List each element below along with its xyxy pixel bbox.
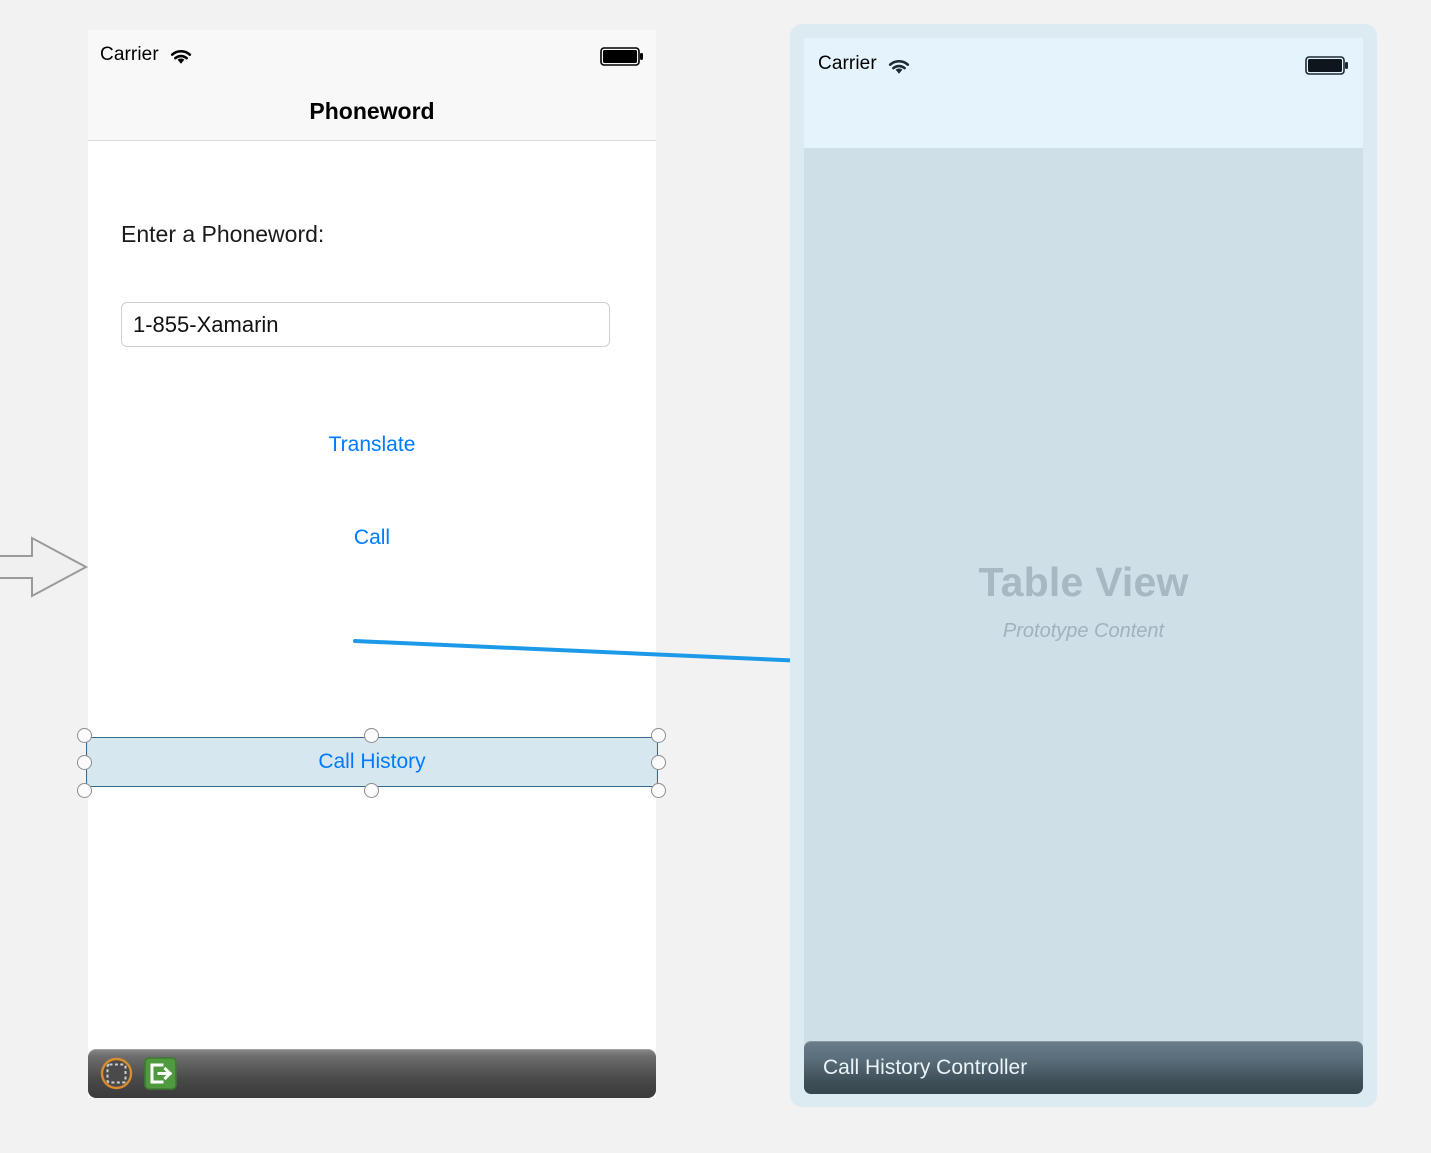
resize-handle-middle-right[interactable]: [651, 755, 666, 770]
call-history-button-selection[interactable]: Call History: [77, 728, 666, 798]
call-button[interactable]: Call: [88, 526, 656, 550]
battery-full-icon: [1305, 56, 1349, 75]
storyboard-canvas: Carrier Phoneword Enter a Phoneword: 1-8…: [0, 0, 1431, 1153]
scene-label: Call History Controller: [823, 1055, 1028, 1079]
resize-handle-bottom-right[interactable]: [651, 783, 666, 798]
wifi-icon: [168, 46, 194, 66]
resize-handle-top-right[interactable]: [651, 728, 666, 743]
right-status-bar: Carrier: [804, 38, 1363, 148]
resize-handle-top-left[interactable]: [77, 728, 92, 743]
scene-dock[interactable]: [88, 1049, 656, 1098]
phoneword-input[interactable]: 1-855-Xamarin: [121, 302, 610, 347]
resize-handle-middle-left[interactable]: [77, 755, 92, 770]
call-history-button-label: Call History: [318, 750, 426, 773]
phoneword-input-value: 1-855-Xamarin: [133, 311, 279, 337]
battery-full-icon: [600, 47, 644, 66]
carrier-label: Carrier: [818, 53, 877, 74]
phoneword-scene[interactable]: Carrier Phoneword Enter a Phoneword: 1-8…: [77, 30, 666, 1098]
table-view-title: Table View: [978, 558, 1189, 605]
carrier-label: Carrier: [100, 44, 159, 65]
resize-handle-bottom-left[interactable]: [77, 783, 92, 798]
resize-handle-bottom-center[interactable]: [364, 783, 379, 798]
resize-handle-top-center[interactable]: [364, 728, 379, 743]
scene-label-bar[interactable]: Call History Controller: [804, 1041, 1363, 1094]
scene-body: Enter a Phoneword: 1-855-Xamarin Transla…: [77, 141, 666, 1098]
view-controller-icon[interactable]: [100, 1057, 133, 1090]
wifi-icon: [886, 56, 912, 76]
navigation-bar: Phoneword: [88, 82, 656, 141]
phoneword-label: Enter a Phoneword:: [121, 221, 325, 247]
call-history-button[interactable]: Call History: [86, 737, 658, 787]
translate-button[interactable]: Translate: [88, 433, 656, 457]
exit-segue-icon[interactable]: [144, 1057, 177, 1090]
left-status-bar: Carrier: [88, 30, 656, 82]
table-view-subtitle: Prototype Content: [1002, 619, 1165, 642]
call-history-controller-scene[interactable]: Carrier Table View Prototype Content Cal…: [790, 24, 1377, 1107]
page-title: Phoneword: [309, 97, 435, 124]
entry-point-arrow[interactable]: [0, 536, 89, 598]
table-view[interactable]: Table View Prototype Content: [804, 148, 1363, 1053]
